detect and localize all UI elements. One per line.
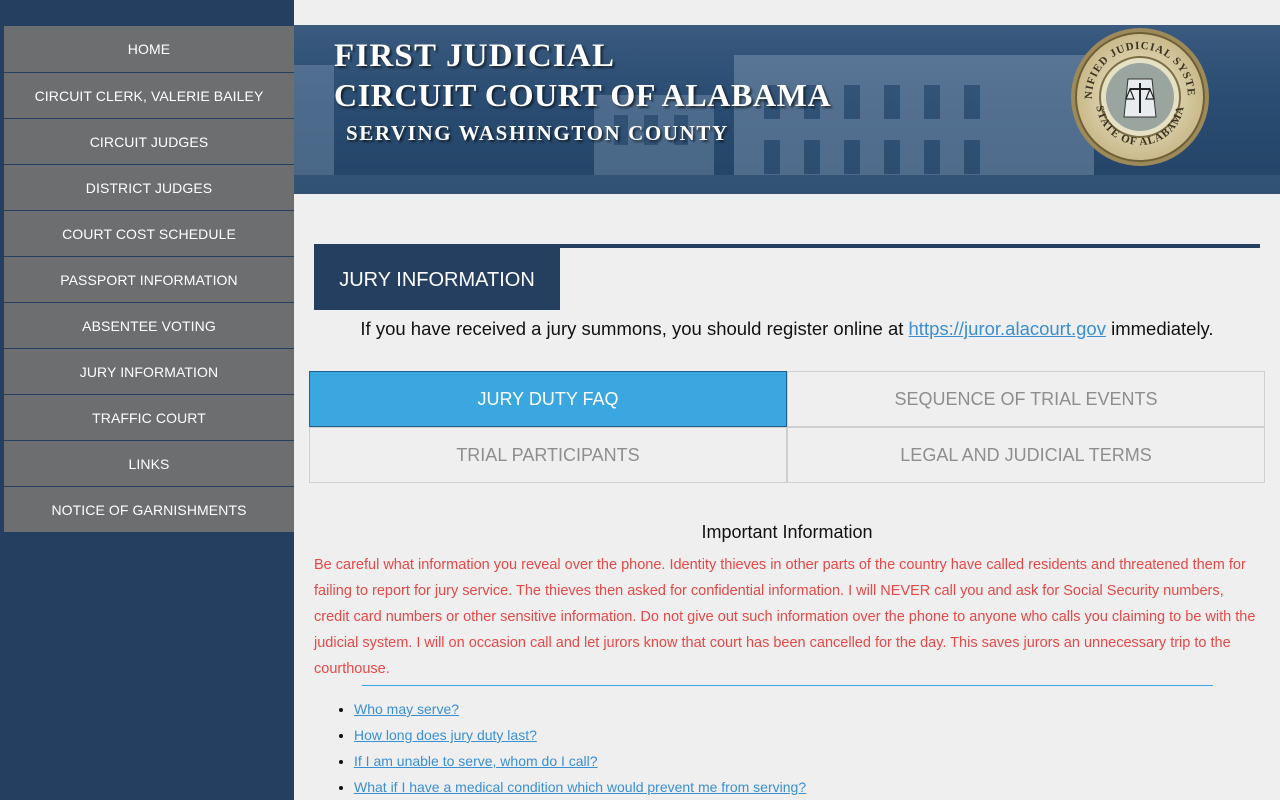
banner-title: FIRST JUDICIAL CIRCUIT COURT OF ALABAMA … (334, 37, 831, 151)
section-divider (362, 685, 1213, 686)
nav-item-passport-information[interactable]: PASSPORT INFORMATION (0, 257, 294, 303)
tab-sequence-of-trial-events[interactable]: SEQUENCE OF TRIAL EVENTS (787, 371, 1265, 427)
banner-title-line2: CIRCUIT COURT OF ALABAMA (334, 77, 832, 113)
tab-jury-duty-faq[interactable]: JURY DUTY FAQ (309, 371, 787, 427)
important-info-heading: Important Information (701, 522, 873, 542)
faq-link-unable-to-serve[interactable]: If I am unable to serve, whom do I call? (354, 753, 598, 769)
list-item: Who may serve? (354, 696, 806, 722)
main-content: JURY INFORMATION If you have received a … (294, 194, 1280, 800)
nav-item-jury-information[interactable]: JURY INFORMATION (0, 349, 294, 395)
important-info-text: Be careful what information you reveal o… (314, 557, 1256, 677)
nav-item-home[interactable]: HOME (0, 26, 294, 73)
banner-title-line1: FIRST JUDICIAL (334, 38, 616, 74)
summons-text-after: immediately. (1105, 318, 1214, 339)
nav-item-court-cost-schedule[interactable]: COURT COST SCHEDULE (0, 211, 294, 257)
faq-link-who-may-serve[interactable]: Who may serve? (354, 701, 459, 717)
nav-item-traffic-court[interactable]: TRAFFIC COURT (0, 395, 294, 441)
tab-trial-participants[interactable]: TRIAL PARTICIPANTS (309, 427, 787, 483)
banner-subtitle: SERVING WASHINGTON COUNTY (346, 121, 729, 145)
juror-register-link[interactable]: https://juror.alacourt.gov (909, 318, 1106, 339)
main-nav: HOME CIRCUIT CLERK, VALERIE BAILEY CIRCU… (0, 26, 294, 533)
nav-item-links[interactable]: LINKS (0, 441, 294, 487)
court-seal-icon: UNIFIED JUDICIAL SYSTEM STATE OF ALABAMA (1070, 27, 1209, 166)
faq-link-medical-condition[interactable]: What if I have a medical condition which… (354, 779, 806, 795)
page-title: JURY INFORMATION (314, 244, 560, 310)
faq-link-duration[interactable]: How long does jury duty last? (354, 727, 537, 743)
site-banner: FIRST JUDICIAL CIRCUIT COURT OF ALABAMA … (294, 25, 1280, 194)
summons-notice: If you have received a jury summons, you… (294, 318, 1280, 340)
summons-text-before: If you have received a jury summons, you… (360, 318, 909, 339)
list-item: How long does jury duty last? (354, 722, 806, 748)
nav-item-district-judges[interactable]: DISTRICT JUDGES (0, 165, 294, 211)
nav-item-circuit-clerk[interactable]: CIRCUIT CLERK, VALERIE BAILEY (0, 73, 294, 119)
tab-legal-and-judicial-terms[interactable]: LEGAL AND JUDICIAL TERMS (787, 427, 1265, 483)
faq-list: Who may serve? How long does jury duty l… (334, 696, 806, 800)
list-item: If I am unable to serve, whom do I call? (354, 748, 806, 774)
jury-tabs: JURY DUTY FAQ SEQUENCE OF TRIAL EVENTS T… (309, 371, 1265, 483)
nav-item-circuit-judges[interactable]: CIRCUIT JUDGES (0, 119, 294, 165)
nav-item-absentee-voting[interactable]: ABSENTEE VOTING (0, 303, 294, 349)
list-item: What if I have a medical condition which… (354, 774, 806, 800)
nav-item-notice-of-garnishments[interactable]: NOTICE OF GARNISHMENTS (0, 487, 294, 533)
sidebar: HOME CIRCUIT CLERK, VALERIE BAILEY CIRCU… (0, 0, 294, 800)
